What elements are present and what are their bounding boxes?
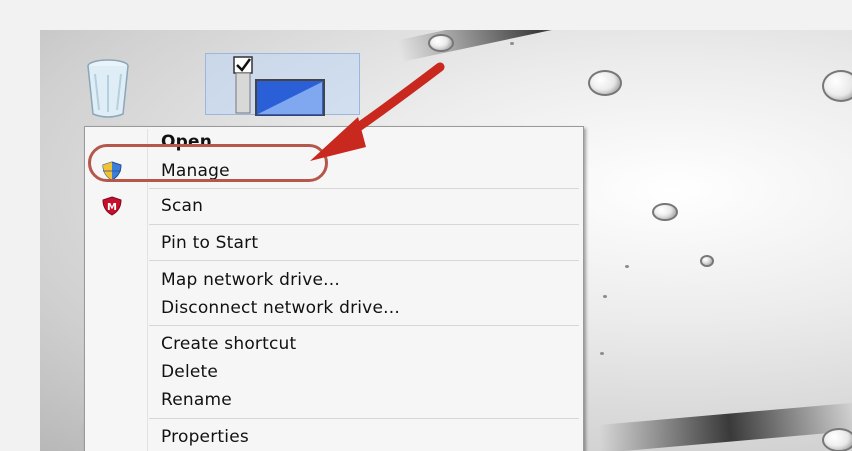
menu-item-label: Rename [161, 390, 232, 410]
water-speck [600, 352, 604, 355]
menu-item-properties[interactable]: Properties [87, 424, 581, 450]
water-drop [822, 70, 852, 102]
water-speck [603, 295, 607, 298]
annotation-arrow [310, 62, 445, 161]
menu-item-label: Properties [161, 427, 249, 447]
menu-item-pin-to-start[interactable]: Pin to Start [87, 230, 581, 256]
background-streak [598, 402, 852, 451]
svg-text:M: M [107, 202, 117, 213]
water-speck [625, 265, 629, 268]
menu-item-create-shortcut[interactable]: Create shortcut [87, 331, 581, 357]
menu-item-label: Scan [161, 196, 204, 216]
menu-item-label: Delete [161, 362, 219, 382]
menu-item-scan[interactable]: M Scan [87, 193, 581, 219]
mcafee-icon: M [101, 196, 123, 216]
menu-item-disconnect-network-drive[interactable]: Disconnect network drive... [87, 295, 581, 321]
menu-separator [149, 224, 579, 225]
menu-separator [149, 260, 579, 261]
menu-separator [149, 325, 579, 326]
desktop-background[interactable]: Open Manage M Scan Pin to Start Map network d… [40, 30, 852, 451]
water-drop [700, 255, 714, 267]
menu-item-label: Pin to Start [161, 233, 259, 253]
menu-separator [149, 418, 579, 419]
water-drop [588, 70, 622, 96]
water-drop [428, 34, 454, 52]
menu-item-label: Disconnect network drive... [161, 298, 400, 318]
recycle-bin-icon[interactable] [83, 58, 133, 118]
menu-item-label: Map network drive... [161, 270, 340, 290]
water-drop [652, 203, 678, 221]
context-menu[interactable]: Open Manage M Scan Pin to Start Map network d… [84, 126, 584, 451]
menu-separator [149, 188, 579, 189]
water-drop [822, 428, 852, 451]
menu-item-rename[interactable]: Rename [87, 387, 581, 413]
menu-item-label: Create shortcut [161, 334, 297, 354]
menu-item-map-network-drive[interactable]: Map network drive... [87, 267, 581, 293]
menu-item-delete[interactable]: Delete [87, 359, 581, 385]
water-speck [510, 42, 514, 45]
